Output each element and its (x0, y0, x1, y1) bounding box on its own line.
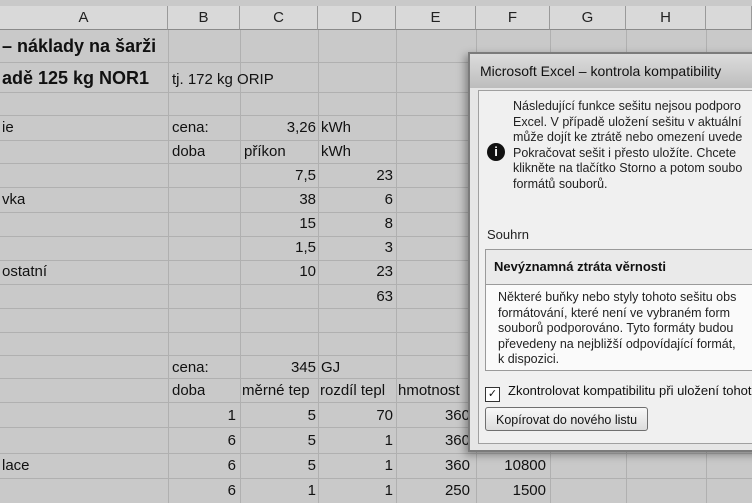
cell-d18[interactable]: 1 (321, 456, 393, 476)
cell-title-2[interactable]: adě 125 kg NOR1 (2, 68, 149, 88)
summary-line: souborů podporováno. Tyto formáty budou (498, 321, 734, 335)
cell-d14[interactable]: GJ (321, 358, 340, 378)
cell-c4[interactable]: 3,26 (244, 118, 316, 138)
cell-d9[interactable]: 3 (321, 238, 393, 258)
dialog-title[interactable]: Microsoft Excel – kontrola kompatibility (470, 54, 752, 88)
dialog-body: i Následující funkce sešitu nejsou podpo… (478, 90, 752, 444)
cell-a18[interactable]: lace (2, 456, 30, 476)
message-line: Excel. V případě uložení sešitu v aktuál… (513, 114, 742, 129)
cell-d6[interactable]: 23 (321, 166, 393, 186)
message-line: formátů souborů. (513, 176, 608, 191)
summary-text: Některé buňky nebo styly tohoto sešitu o… (498, 290, 736, 368)
column-header-b[interactable]: B (168, 6, 240, 30)
cell-f18[interactable]: 10800 (478, 456, 546, 476)
summary-label: Souhrn (487, 227, 529, 242)
message-line: klikněte na tlačítko Storno a potom soub… (513, 161, 743, 175)
cell-d4[interactable]: kWh (321, 118, 351, 138)
cell-c16[interactable]: 5 (244, 406, 316, 426)
cell-c5[interactable]: příkon (244, 142, 286, 162)
message-line: Pokračovat sešit i přesto uložíte. Chcet… (513, 145, 737, 160)
cell-d11[interactable]: 63 (321, 287, 393, 307)
column-header-d[interactable]: D (318, 6, 396, 30)
column-header-a[interactable]: A (0, 6, 168, 30)
cell-c15[interactable]: měrné tep (242, 381, 318, 401)
cell-title-1[interactable]: – náklady na šarži (2, 36, 156, 56)
cell-c7[interactable]: 38 (244, 190, 316, 210)
cell-f19[interactable]: 1500 (478, 481, 546, 501)
cell-d10[interactable]: 23 (321, 262, 393, 282)
cell-b14[interactable]: cena: (172, 358, 209, 378)
summary-line: k dispozici. (498, 352, 560, 366)
cell-c10[interactable]: 10 (244, 262, 316, 282)
info-icon: i (487, 143, 505, 161)
compatibility-checker-dialog: Microsoft Excel – kontrola kompatibility… (468, 52, 752, 452)
check-compatibility-row[interactable]: ✓ Zkontrolovat kompatibilitu při uložení … (485, 383, 752, 402)
cell-b16[interactable]: 1 (172, 406, 236, 426)
check-compatibility-checkbox[interactable]: ✓ (485, 387, 500, 402)
cell-c9[interactable]: 1,5 (244, 238, 316, 258)
cell-b19[interactable]: 6 (172, 481, 236, 501)
cell-e19[interactable]: 250 (398, 481, 470, 501)
cell-c6[interactable]: 7,5 (244, 166, 316, 186)
message-line: Následující funkce sešitu nejsou podporo (513, 99, 741, 113)
cell-d7[interactable]: 6 (321, 190, 393, 210)
cell-b18[interactable]: 6 (172, 456, 236, 476)
cell-a7[interactable]: vka (2, 190, 25, 210)
summary-line: převedeny na nejbližší odpovídající form… (498, 336, 736, 351)
cell-d15[interactable]: rozdíl tepl (320, 381, 396, 401)
column-header-c[interactable]: C (240, 6, 318, 30)
cell-d19[interactable]: 1 (321, 481, 393, 501)
column-header-h[interactable]: H (626, 6, 706, 30)
summary-box[interactable]: Nevýznamná ztráta věrnosti Některé buňky… (485, 249, 752, 371)
cell-c18[interactable]: 5 (244, 456, 316, 476)
summary-line: formátování, které není ve vybraném form (498, 305, 731, 320)
cell-d8[interactable]: 8 (321, 214, 393, 234)
cell-c8[interactable]: 15 (244, 214, 316, 234)
cell-b17[interactable]: 6 (172, 431, 236, 451)
cell-d16[interactable]: 70 (321, 406, 393, 426)
dialog-message: Následující funkce sešitu nejsou podporo… (513, 99, 742, 192)
cell-e16[interactable]: 360 (398, 406, 470, 426)
cell-c17[interactable]: 5 (244, 431, 316, 451)
cell-d17[interactable]: 1 (321, 431, 393, 451)
message-line: může dojít ke ztrátě nebo omezení uvede (513, 130, 743, 144)
cell-c19[interactable]: 1 (244, 481, 316, 501)
summary-heading: Nevýznamná ztráta věrnosti (486, 250, 752, 285)
column-header-f[interactable]: F (476, 6, 550, 30)
column-header-g[interactable]: G (550, 6, 626, 30)
cell-e17[interactable]: 360 (398, 431, 470, 451)
cell-e18[interactable]: 360 (398, 456, 470, 476)
cell-c14[interactable]: 345 (244, 358, 316, 378)
copy-to-new-sheet-button[interactable]: Kopírovat do nového listu (485, 407, 649, 431)
cell-b15[interactable]: doba (172, 381, 205, 401)
column-header-i[interactable] (706, 6, 752, 30)
cell-a10[interactable]: ostatní (2, 262, 47, 282)
summary-line: Některé buňky nebo styly tohoto sešitu o… (498, 290, 737, 304)
cell-a4[interactable]: ie (2, 118, 14, 138)
check-compatibility-label: Zkontrolovat kompatibilitu při uložení t… (508, 383, 752, 398)
cell-tj[interactable]: tj. 172 kg ORIP (172, 70, 274, 90)
cell-e15[interactable]: hmotnost (398, 381, 474, 401)
cell-d5[interactable]: kWh (321, 142, 351, 162)
cell-b5[interactable]: doba (172, 142, 205, 162)
cell-b4[interactable]: cena: (172, 118, 209, 138)
column-header-e[interactable]: E (396, 6, 476, 30)
